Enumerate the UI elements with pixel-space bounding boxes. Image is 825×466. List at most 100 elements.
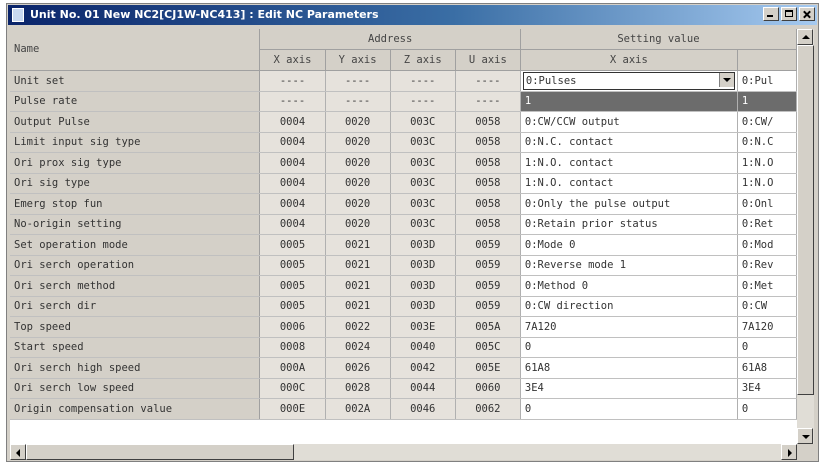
address-cell: 0005 xyxy=(259,296,326,317)
close-button[interactable] xyxy=(799,7,815,21)
address-cell: 0028 xyxy=(325,378,391,399)
scroll-down-button[interactable] xyxy=(797,428,813,444)
table-row[interactable]: Ori prox sig type 0004 0020 003C 0058 1:N.O. … xyxy=(10,152,797,174)
setting-x-cell[interactable]: 0:CW direction xyxy=(520,296,738,317)
address-cell: 0005 xyxy=(259,275,326,297)
address-cell: 0040 xyxy=(390,337,456,358)
size-grip[interactable] xyxy=(797,444,814,460)
address-cell: 003D xyxy=(390,275,456,297)
setting-x-cell[interactable]: 0 xyxy=(520,337,738,358)
setting-y-cell[interactable]: 0:Rev xyxy=(737,255,797,276)
address-cell: ---- xyxy=(455,91,521,112)
setting-x-cell[interactable]: 0 xyxy=(520,398,738,420)
setting-x-cell[interactable]: 0:CW/CCW output xyxy=(520,111,738,133)
setting-y-cell[interactable]: 61A8 xyxy=(737,357,797,379)
address-cell: 0058 xyxy=(455,173,521,194)
unit-set-dropdown[interactable]: 0:Pulses xyxy=(522,71,735,90)
table-row[interactable]: Ori serch operation 0005 0021 003D 0059 0:Rev… xyxy=(10,255,797,276)
address-cell: 0060 xyxy=(455,378,521,399)
table-row[interactable]: Pulse rate ---- ---- ---- ---- 1 1 xyxy=(10,91,797,112)
address-cell: 003C xyxy=(390,193,456,215)
setting-y-cell[interactable]: 0:Mod xyxy=(737,234,797,256)
table-row[interactable]: Set operation mode 0005 0021 003D 0059 0:Mode… xyxy=(10,234,797,256)
setting-x-cell[interactable]: 0:Retain prior status xyxy=(520,214,738,235)
maximize-button[interactable] xyxy=(781,7,797,21)
setting-y-cell[interactable]: 1 xyxy=(737,91,797,112)
setting-x-cell[interactable]: 0:Only the pulse output xyxy=(520,193,738,215)
setting-y-cell[interactable]: 0:N.C xyxy=(737,132,797,153)
minimize-button[interactable] xyxy=(763,7,779,21)
parameter-name-cell: Ori prox sig type xyxy=(10,152,261,174)
address-cell: 0059 xyxy=(455,255,521,276)
table-row[interactable]: Top speed 0006 0022 003E 005A 7A120 7A120 xyxy=(10,316,797,338)
address-cell: 0021 xyxy=(325,255,391,276)
horizontal-scrollbar[interactable] xyxy=(10,444,797,460)
address-cell: ---- xyxy=(390,91,456,112)
title-bar[interactable]: Unit No. 01 New NC2[CJ1W-NC413] : Edit N… xyxy=(8,5,817,25)
table-row[interactable]: Ori serch dir 0005 0021 003D 0059 0:CW direct… xyxy=(10,296,797,317)
setting-x-cell[interactable]: 1:N.O. contact xyxy=(520,152,738,174)
address-cell: 003D xyxy=(390,234,456,256)
address-y-axis-header[interactable]: Y axis xyxy=(325,49,391,71)
address-cell: 0004 xyxy=(259,152,326,174)
setting-y-axis-header[interactable] xyxy=(737,49,797,71)
setting-x-cell[interactable]: 0:N.C. contact xyxy=(520,132,738,153)
table-row[interactable]: No-origin setting 0004 0020 003C 0058 0:Retai… xyxy=(10,214,797,235)
setting-x-cell[interactable]: 1:N.O. contact xyxy=(520,173,738,194)
name-column-header[interactable]: Name xyxy=(10,29,261,71)
scroll-up-button[interactable] xyxy=(797,29,813,45)
setting-y-cell[interactable]: 0:Ret xyxy=(737,214,797,235)
setting-x-cell[interactable]: 61A8 xyxy=(520,357,738,379)
scroll-right-button[interactable] xyxy=(781,444,797,460)
setting-x-axis-header[interactable]: X axis xyxy=(520,49,738,71)
setting-y-cell[interactable]: 0:CW xyxy=(737,296,797,317)
address-u-axis-header[interactable]: U axis xyxy=(455,49,521,71)
table-row[interactable]: Ori serch high speed 000A 0026 0042 005E 61A8… xyxy=(10,357,797,379)
address-cell: 0044 xyxy=(390,378,456,399)
setting-x-cell[interactable]: 7A120 xyxy=(520,316,738,338)
parameter-name-cell: No-origin setting xyxy=(10,214,261,235)
setting-x-cell[interactable]: 1 xyxy=(520,91,738,112)
setting-x-cell[interactable]: 0:Method 0 xyxy=(520,275,738,297)
address-cell: ---- xyxy=(259,91,326,112)
address-cell: 0020 xyxy=(325,173,391,194)
address-z-axis-header[interactable]: Z axis xyxy=(390,49,456,71)
table-row[interactable]: Ori serch low speed 000C 0028 0044 0060 3E4 3E… xyxy=(10,378,797,399)
address-cell: 003C xyxy=(390,132,456,153)
address-cell: 005C xyxy=(455,337,521,358)
table-row[interactable]: Limit input sig type 0004 0020 003C 0058 0:N.… xyxy=(10,132,797,153)
setting-y-cell[interactable]: 0 xyxy=(737,398,797,420)
setting-y-cell[interactable]: 0:Pul xyxy=(737,70,797,92)
horizontal-scroll-thumb[interactable] xyxy=(26,444,294,460)
setting-y-cell[interactable]: 3E4 xyxy=(737,378,797,399)
setting-x-cell[interactable]: 0:Mode 0 xyxy=(520,234,738,256)
parameter-name-cell: Ori serch operation xyxy=(10,255,261,276)
setting-x-cell[interactable]: 0:Pulses xyxy=(520,70,738,92)
table-row[interactable]: Ori serch method 0005 0021 003D 0059 0:Method… xyxy=(10,275,797,297)
setting-y-cell[interactable]: 0:Onl xyxy=(737,193,797,215)
setting-y-cell[interactable]: 1:N.O xyxy=(737,173,797,194)
setting-y-cell[interactable]: 1:N.O xyxy=(737,152,797,174)
table-row[interactable]: Ori sig type 0004 0020 003C 0058 1:N.O. conta… xyxy=(10,173,797,194)
setting-x-cell[interactable]: 0:Reverse mode 1 xyxy=(520,255,738,276)
address-cell: 0020 xyxy=(325,111,391,133)
table-row[interactable]: Start speed 0008 0024 0040 005C 0 0 xyxy=(10,337,797,358)
vertical-scroll-thumb[interactable] xyxy=(797,45,814,395)
table-row[interactable]: Origin compensation value 000E 002A 0046 006… xyxy=(10,398,797,420)
table-row[interactable]: Unit set ---- ---- ---- ---- 0:Pulses 0:Pul xyxy=(10,70,797,92)
address-cell: 0005 xyxy=(259,255,326,276)
chevron-down-icon[interactable] xyxy=(718,72,734,87)
address-cell: 0021 xyxy=(325,275,391,297)
address-cell: 003C xyxy=(390,173,456,194)
scroll-left-button[interactable] xyxy=(10,444,26,460)
table-row[interactable]: Output Pulse 0004 0020 003C 0058 0:CW/CCW out… xyxy=(10,111,797,133)
setting-y-cell[interactable]: 0 xyxy=(737,337,797,358)
setting-x-cell[interactable]: 3E4 xyxy=(520,378,738,399)
setting-y-cell[interactable]: 7A120 xyxy=(737,316,797,338)
address-x-axis-header[interactable]: X axis xyxy=(259,49,326,71)
setting-y-cell[interactable]: 0:CW/ xyxy=(737,111,797,133)
address-cell: 003D xyxy=(390,296,456,317)
table-row[interactable]: Emerg stop fun 0004 0020 003C 0058 0:Only the… xyxy=(10,193,797,215)
setting-y-cell[interactable]: 0:Met xyxy=(737,275,797,297)
vertical-scrollbar[interactable] xyxy=(797,29,814,444)
